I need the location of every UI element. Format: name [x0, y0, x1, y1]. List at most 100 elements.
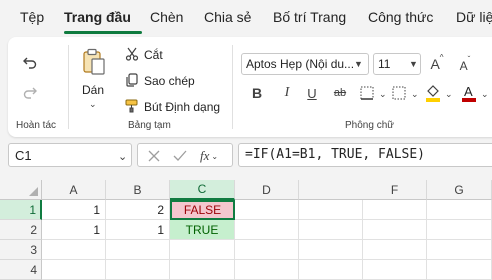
- font-color-icon[interactable]: A: [460, 82, 478, 104]
- cell-d4[interactable]: [235, 260, 299, 280]
- cell-a1[interactable]: 1: [42, 200, 106, 220]
- cell-e1[interactable]: [299, 200, 363, 220]
- cell-e4[interactable]: [299, 260, 363, 280]
- name-box[interactable]: C1: [8, 143, 132, 167]
- borders-icon[interactable]: [358, 84, 376, 102]
- cell-g3[interactable]: [427, 240, 492, 260]
- cell-e3[interactable]: [299, 240, 363, 260]
- svg-text:A: A: [464, 84, 473, 99]
- cell-e2[interactable]: [299, 220, 363, 240]
- paste-icon[interactable]: [81, 47, 107, 77]
- select-all-corner[interactable]: [0, 180, 42, 200]
- tab-file[interactable]: Tệp: [20, 9, 44, 25]
- font-size-value: 11: [378, 57, 391, 71]
- font-name-dropdown[interactable]: Aptos Hẹp (Nội du...: [241, 53, 369, 75]
- cell-a3[interactable]: [42, 240, 106, 260]
- chevron-down-icon[interactable]: ▼: [354, 59, 363, 69]
- enter-icon[interactable]: [172, 148, 188, 164]
- tab-page-layout[interactable]: Bố trí Trang: [273, 9, 346, 25]
- cell-d1[interactable]: [235, 200, 299, 220]
- undo-group-label: Hoàn tác: [16, 120, 57, 131]
- group-divider: [68, 45, 69, 129]
- cell-b3[interactable]: [106, 240, 170, 260]
- formula-bar: C1 ⌄ fx ⌄ =IF(A1=B1, TRUE, FALSE): [0, 140, 492, 172]
- underline-button[interactable]: U: [303, 84, 321, 102]
- column-header-c[interactable]: C: [170, 180, 235, 200]
- italic-button[interactable]: I: [278, 84, 296, 102]
- cell-g1[interactable]: [427, 200, 492, 220]
- cell-a2[interactable]: 1: [42, 220, 106, 240]
- cell-b1[interactable]: 2: [106, 200, 170, 220]
- copy-icon[interactable]: [124, 72, 140, 88]
- row-header-2[interactable]: 2: [0, 220, 42, 240]
- cell-c1[interactable]: FALSE: [170, 200, 235, 220]
- cell-a4[interactable]: [42, 260, 106, 280]
- worksheet-grid: A B C D F G 1 2 3 4 1 2 FALSE 1 1 TRUE: [0, 180, 492, 280]
- undo-icon[interactable]: [20, 53, 40, 73]
- chevron-down-icon[interactable]: ⌄: [481, 89, 489, 100]
- redo-icon[interactable]: [20, 83, 40, 103]
- copy-button[interactable]: Sao chép: [144, 74, 195, 88]
- row-header-3[interactable]: 3: [0, 240, 42, 260]
- grow-font-icon: A: [430, 56, 440, 72]
- cell-c2[interactable]: TRUE: [170, 220, 235, 240]
- paste-button[interactable]: Dán: [82, 83, 104, 97]
- cell-f3[interactable]: [363, 240, 427, 260]
- tab-share[interactable]: Chia sẻ: [204, 9, 251, 25]
- chevron-down-icon[interactable]: ▼: [409, 59, 418, 69]
- cell-g4[interactable]: [427, 260, 492, 280]
- cell-f1[interactable]: [363, 200, 427, 220]
- cell-style-icon[interactable]: [390, 84, 408, 102]
- group-divider: [232, 45, 233, 129]
- fx-icon: fx: [199, 148, 210, 163]
- cell-g2[interactable]: [427, 220, 492, 240]
- ribbon: Hoàn tác Dán ⌄ Cắt Sao chép Bút Định dạn…: [8, 37, 492, 137]
- shrink-font-button[interactable]: Aˇ: [454, 55, 476, 77]
- cell-f4[interactable]: [363, 260, 427, 280]
- formula-text: =IF(A1=B1, TRUE, FALSE): [245, 147, 426, 162]
- cell-b4[interactable]: [106, 260, 170, 280]
- tab-data[interactable]: Dữ liệ: [456, 9, 492, 25]
- cell-d2[interactable]: [235, 220, 299, 240]
- active-tab-indicator: [64, 31, 142, 34]
- chevron-down-icon[interactable]: ⌄: [379, 89, 387, 100]
- chevron-down-icon[interactable]: ⌄: [445, 89, 453, 100]
- insert-function-button[interactable]: fx ⌄: [198, 147, 220, 165]
- column-header-f[interactable]: F: [363, 180, 427, 200]
- column-header-g[interactable]: G: [427, 180, 492, 200]
- chevron-down-icon[interactable]: ⌄: [118, 150, 127, 163]
- column-header-b[interactable]: B: [106, 180, 170, 200]
- cut-button[interactable]: Cắt: [144, 48, 163, 62]
- tab-formulas[interactable]: Công thức: [368, 9, 433, 25]
- tab-insert[interactable]: Chèn: [150, 9, 183, 25]
- name-box-value: C1: [15, 148, 32, 163]
- scissors-icon[interactable]: [124, 46, 140, 62]
- cell-b2[interactable]: 1: [106, 220, 170, 240]
- chevron-down-icon[interactable]: ⌄: [411, 89, 419, 100]
- cell-f2[interactable]: [363, 220, 427, 240]
- format-painter-button[interactable]: Bút Định dạng: [144, 100, 220, 114]
- fill-color-icon[interactable]: [424, 82, 442, 104]
- column-header-d[interactable]: D: [235, 180, 299, 200]
- cell-c4[interactable]: [170, 260, 235, 280]
- font-group-label: Phông chữ: [345, 120, 394, 131]
- cell-d3[interactable]: [235, 240, 299, 260]
- excel-window: Tệp Trang đầu Chèn Chia sẻ Bố trí Trang …: [0, 0, 492, 280]
- cell-c3[interactable]: [170, 240, 235, 260]
- bold-button[interactable]: B: [248, 84, 266, 102]
- format-painter-icon[interactable]: [124, 98, 140, 114]
- column-header-e-hidden[interactable]: [299, 180, 363, 200]
- tab-home[interactable]: Trang đầu: [64, 9, 131, 25]
- formula-input[interactable]: =IF(A1=B1, TRUE, FALSE): [238, 143, 492, 167]
- grow-font-button[interactable]: A ^: [426, 53, 448, 75]
- cancel-icon[interactable]: [146, 148, 162, 164]
- ribbon-tabs: Tệp Trang đầu Chèn Chia sẻ Bố trí Trang …: [0, 0, 492, 36]
- shrink-font-icon: A: [459, 59, 468, 73]
- column-header-a[interactable]: A: [42, 180, 106, 200]
- row-header-1[interactable]: 1: [0, 200, 42, 220]
- row-header-4[interactable]: 4: [0, 260, 42, 280]
- paste-chevron-icon[interactable]: ⌄: [89, 99, 97, 110]
- font-name-value: Aptos Hẹp (Nội du...: [246, 57, 355, 71]
- clipboard-group-label: Bảng tạm: [128, 120, 171, 131]
- strikethrough-button[interactable]: ab: [330, 84, 350, 102]
